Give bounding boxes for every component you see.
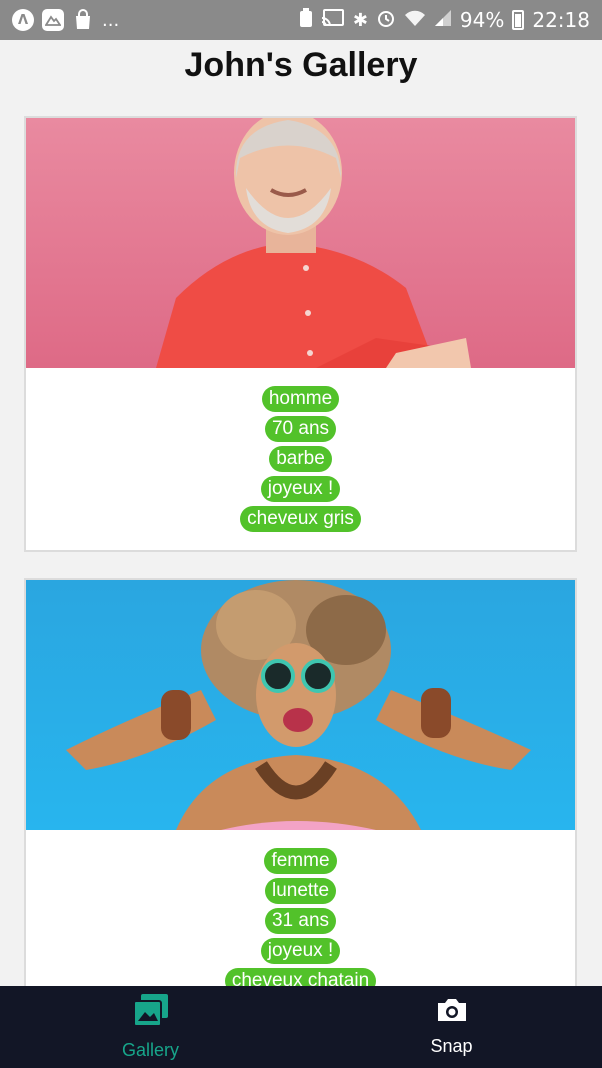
alarm-icon [376, 8, 396, 33]
gallery-icon [132, 993, 169, 1032]
woman-sunglasses-photo [26, 580, 575, 830]
tab-snap[interactable]: Snap [301, 986, 602, 1068]
battery-icon [512, 10, 525, 30]
tab-snap-label: Snap [430, 1036, 473, 1056]
tag-list: homme 70 ans barbe joyeux ! cheveux gris [26, 368, 575, 550]
tag-chip[interactable]: 70 ans [264, 416, 337, 442]
status-left: Λ ... [12, 9, 119, 31]
mountain-icon [42, 9, 64, 31]
status-right: ✱ 94% 22:18 [299, 7, 590, 33]
status-ellipsis: ... [102, 9, 120, 31]
tab-gallery[interactable]: Gallery [0, 986, 301, 1068]
gallery-card[interactable]: homme 70 ans barbe joyeux ! cheveux gris [24, 116, 577, 552]
tag-chip[interactable]: 31 ans [264, 908, 337, 934]
tag-chip[interactable]: lunette [264, 878, 337, 904]
bluetooth-icon: ✱ [352, 9, 368, 31]
lambda-icon: Λ [12, 9, 34, 31]
tag-chip[interactable]: cheveux chatain [224, 968, 377, 986]
tag-chip[interactable]: homme [261, 386, 340, 412]
status-bar: Λ ... ✱ 94% 22:18 [0, 0, 602, 40]
man-smiling-photo [26, 118, 575, 368]
bottom-tab-bar: Gallery Snap [0, 986, 602, 1068]
bag-icon [72, 9, 94, 31]
tag-chip[interactable]: barbe [269, 446, 332, 472]
gallery-feed[interactable]: homme 70 ans barbe joyeux ! cheveux gris [24, 116, 577, 986]
status-time: 22:18 [532, 8, 590, 32]
tag-chip[interactable]: joyeux ! [260, 938, 341, 964]
gallery-card[interactable]: femme lunette 31 ans joyeux ! cheveux ch… [24, 578, 577, 986]
tag-list: femme lunette 31 ans joyeux ! cheveux ch… [26, 830, 575, 986]
tab-gallery-label: Gallery [121, 1040, 179, 1060]
storage-icon [299, 7, 313, 33]
page-title: John's Gallery [184, 46, 418, 84]
wifi-icon [404, 8, 426, 32]
tag-chip[interactable]: joyeux ! [260, 476, 341, 502]
camera-icon [436, 997, 468, 1028]
battery-percent: 94% [459, 8, 505, 32]
tag-chip[interactable]: cheveux gris [240, 506, 361, 532]
signal-icon [434, 8, 452, 32]
tag-chip[interactable]: femme [264, 848, 337, 874]
cast-icon [321, 8, 345, 33]
